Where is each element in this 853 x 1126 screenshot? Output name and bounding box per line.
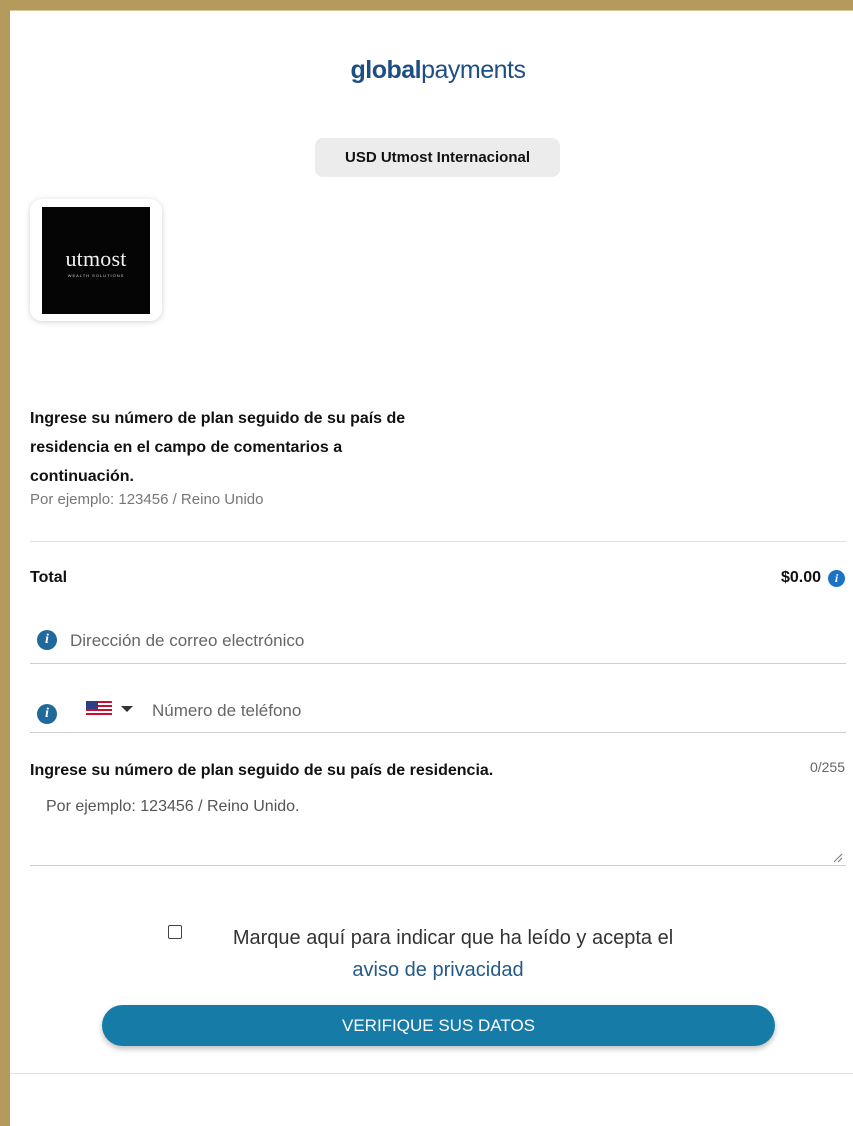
- email-field[interactable]: [68, 626, 832, 656]
- us-flag-icon[interactable]: [86, 701, 112, 716]
- instructions-example: Por ejemplo: 123456 / Reino Unido: [30, 491, 264, 508]
- email-info-icon[interactable]: i: [37, 630, 57, 650]
- verify-data-button[interactable]: VERIFIQUE SUS DATOS: [102, 1005, 775, 1046]
- resize-handle-icon[interactable]: [833, 853, 843, 863]
- brand-bold-text: global: [350, 56, 422, 84]
- brand-light-text: payments: [421, 56, 526, 84]
- instructions-text: Ingrese su número de plan seguido de su …: [30, 410, 406, 485]
- total-info-icon[interactable]: i: [828, 570, 845, 587]
- phone-field-row: i: [30, 692, 846, 733]
- divider: [30, 541, 846, 542]
- email-field-row: i: [30, 620, 846, 664]
- total-label: Total: [30, 569, 68, 586]
- merchant-logo-subtext: WEALTH SOLUTIONS: [67, 273, 125, 278]
- phone-field[interactable]: [150, 696, 834, 726]
- frame-top-border: [0, 0, 853, 10]
- bottom-divider: [10, 1073, 853, 1074]
- merchant-logo: utmost WEALTH SOLUTIONS: [42, 207, 150, 314]
- privacy-consent-label: Marque aquí para indicar que ha leído y …: [232, 927, 674, 949]
- merchant-logo-card: utmost WEALTH SOLUTIONS: [30, 199, 162, 321]
- merchant-logo-text: utmost: [65, 246, 127, 271]
- comments-textarea[interactable]: [30, 790, 846, 866]
- globalpayments-logo: globalpayments: [0, 56, 853, 85]
- comments-char-counter: 0/255: [809, 759, 845, 775]
- comments-label: Ingrese su número de plan seguido de su …: [30, 762, 494, 779]
- country-dropdown-caret-icon[interactable]: [121, 706, 133, 712]
- phone-info-icon[interactable]: i: [37, 704, 57, 724]
- privacy-consent-text: Marque aquí para indicar que ha leído y …: [0, 922, 853, 986]
- total-amount: $0.00: [780, 569, 821, 586]
- privacy-notice-link[interactable]: aviso de privacidad: [352, 959, 523, 981]
- merchant-name-badge: USD Utmost Internacional: [315, 138, 560, 177]
- frame-inner-line: [10, 10, 853, 11]
